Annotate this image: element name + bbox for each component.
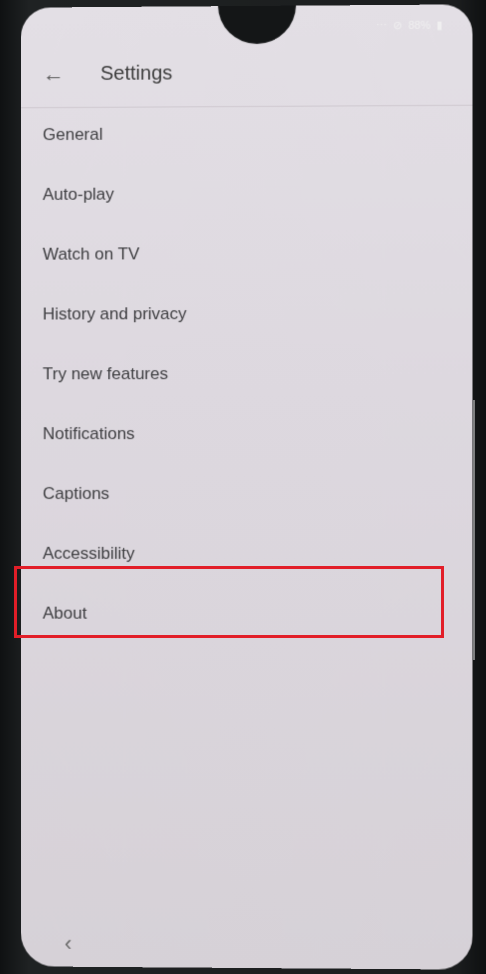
dnd-icon: ⊘	[392, 19, 403, 33]
highlight-box-about	[14, 566, 444, 638]
chevron-left-icon[interactable]: ‹	[65, 931, 72, 957]
page-title: Settings	[100, 62, 173, 85]
menu-item-label: Accessibility	[42, 543, 135, 563]
bezel-glare	[473, 400, 475, 660]
menu-item-try-new-features[interactable]: Try new features	[21, 344, 473, 405]
menu-item-auto-play[interactable]: Auto-play	[21, 163, 473, 225]
screen: ⋯ ⊘ 88% ▮ ← Settings General Auto-play W…	[20, 4, 473, 970]
menu-item-captions[interactable]: Captions	[21, 464, 473, 524]
status-bar: ⋯ ⊘ 88% ▮	[376, 19, 443, 32]
menu-item-general[interactable]: General	[21, 103, 473, 165]
menu-item-label: General	[42, 124, 103, 145]
settings-menu: General Auto-play Watch on TV History an…	[21, 103, 473, 645]
camera-notch	[218, 4, 297, 45]
menu-item-label: History and privacy	[42, 304, 187, 324]
menu-item-label: Auto-play	[42, 184, 115, 204]
phone-frame: ⋯ ⊘ 88% ▮ ← Settings General Auto-play W…	[0, 0, 486, 974]
menu-item-label: Watch on TV	[42, 244, 140, 264]
battery-icon: ▮	[436, 19, 443, 32]
menu-item-history-and-privacy[interactable]: History and privacy	[21, 283, 473, 344]
signal-icon: ⋯	[375, 20, 387, 33]
menu-item-label: Try new features	[42, 364, 169, 384]
back-arrow-icon[interactable]: ←	[39, 59, 69, 89]
menu-item-label: Captions	[42, 484, 110, 503]
menu-item-label: Notifications	[42, 424, 135, 444]
menu-item-watch-on-tv[interactable]: Watch on TV	[21, 223, 473, 285]
app-bar: ← Settings	[20, 44, 473, 109]
battery-text: 88%	[408, 19, 431, 32]
menu-item-notifications[interactable]: Notifications	[21, 404, 473, 464]
